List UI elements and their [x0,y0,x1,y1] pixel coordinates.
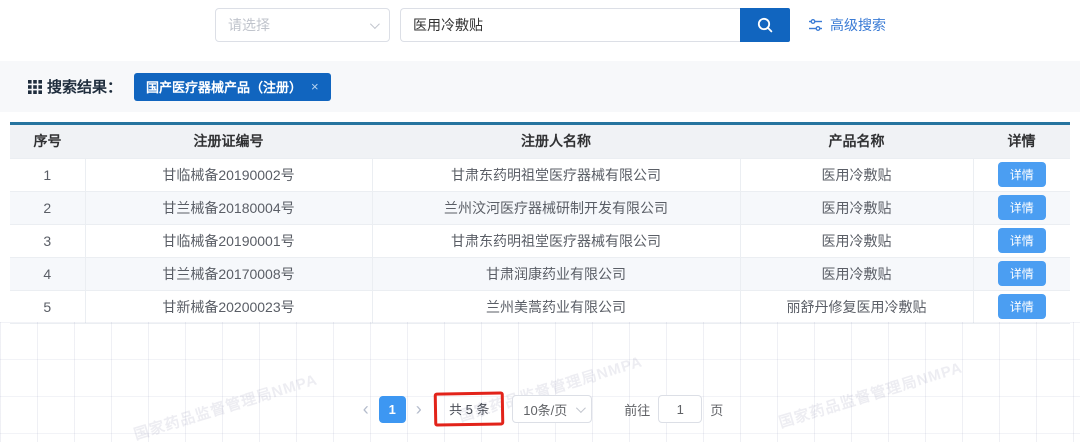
detail-button[interactable]: 详情 [998,162,1046,187]
table-header-row: 序号 注册证编号 注册人名称 产品名称 详情 [10,125,1070,158]
table-body: 1 甘临械备20190002号 甘肃东药明祖堂医疗器械有限公司 医用冷敷贴 详情… [10,158,1070,323]
sliders-icon [808,18,823,32]
search-results-page: 请选择 高级搜索 [0,0,1080,442]
cell-registrant: 兰州美蒿药业有限公司 [372,290,740,323]
cell-registrant: 甘肃东药明祖堂医疗器械有限公司 [372,158,740,191]
cell-index: 4 [10,257,85,290]
search-icon [756,16,774,34]
cell-reg-no: 甘兰械备20170008号 [85,257,372,290]
cell-registrant: 兰州汶河医疗器械研制开发有限公司 [372,191,740,224]
cell-index: 3 [10,224,85,257]
table-row: 2 甘兰械备20180004号 兰州汶河医疗器械研制开发有限公司 医用冷敷贴 详… [10,191,1070,224]
table-row: 4 甘兰械备20170008号 甘肃润康药业有限公司 医用冷敷贴 详情 [10,257,1070,290]
cell-index: 1 [10,158,85,191]
table-row: 3 甘临械备20190001号 甘肃东药明祖堂医疗器械有限公司 医用冷敷贴 详情 [10,224,1070,257]
col-header-reg-no: 注册证编号 [85,125,372,158]
category-select-placeholder: 请选择 [228,15,270,35]
cell-detail: 详情 [973,158,1070,191]
goto-page-input[interactable] [658,395,702,423]
chevron-down-icon [370,19,380,29]
total-count-label: 共 5 条 [449,402,490,418]
results-header: 搜索结果： 国产医疗器械产品（注册） × [0,61,1080,112]
search-button[interactable] [740,8,790,42]
detail-button[interactable]: 详情 [998,195,1046,220]
col-header-index: 序号 [10,125,85,158]
cell-reg-no: 甘兰械备20180004号 [85,191,372,224]
cell-reg-no: 甘临械备20190001号 [85,224,372,257]
advanced-search-label: 高级搜索 [830,15,886,35]
cell-detail: 详情 [973,191,1070,224]
results-title: 搜索结果： [28,76,122,97]
results-table: 序号 注册证编号 注册人名称 产品名称 详情 1 甘临械备20190002号 甘… [10,122,1070,324]
cell-index: 2 [10,191,85,224]
cell-detail: 详情 [973,257,1070,290]
page-unit-label: 页 [710,400,723,419]
close-icon[interactable]: × [311,79,319,94]
cell-registrant: 甘肃东药明祖堂医疗器械有限公司 [372,224,740,257]
col-header-detail: 详情 [973,125,1070,158]
grid-icon [28,80,42,94]
search-bar: 请选择 高级搜索 [215,8,886,42]
cell-product: 医用冷敷贴 [740,191,973,224]
cell-product: 医用冷敷贴 [740,224,973,257]
cell-product: 丽舒丹修复医用冷敷贴 [740,290,973,323]
page-size-select[interactable]: 10条/页 [512,395,592,423]
page-size-value: 10条/页 [523,400,567,419]
cell-detail: 详情 [973,290,1070,323]
search-input[interactable] [400,8,740,42]
prev-page-button[interactable]: ‹ [357,400,375,418]
results-label-text: 搜索结果： [47,76,122,97]
filter-tag[interactable]: 国产医疗器械产品（注册） × [134,73,331,101]
col-header-product: 产品名称 [740,125,973,158]
pagination: ‹ 1 › 共 5 条 10条/页 前往 页 [0,392,1080,426]
cell-product: 医用冷敷贴 [740,158,973,191]
next-page-button[interactable]: › [410,400,428,418]
detail-button[interactable]: 详情 [998,261,1046,286]
cell-registrant: 甘肃润康药业有限公司 [372,257,740,290]
goto-label: 前往 [624,400,650,419]
cell-product: 医用冷敷贴 [740,257,973,290]
chevron-down-icon [576,403,586,413]
detail-button[interactable]: 详情 [998,294,1046,319]
table-row: 5 甘新械备20200023号 兰州美蒿药业有限公司 丽舒丹修复医用冷敷贴 详情 [10,290,1070,323]
cell-reg-no: 甘新械备20200023号 [85,290,372,323]
filter-tag-label: 国产医疗器械产品（注册） [146,77,302,96]
table-row: 1 甘临械备20190002号 甘肃东药明祖堂医疗器械有限公司 医用冷敷贴 详情 [10,158,1070,191]
cell-reg-no: 甘临械备20190002号 [85,158,372,191]
total-count-annotation: 共 5 条 [433,391,504,426]
col-header-registrant: 注册人名称 [372,125,740,158]
cell-detail: 详情 [973,224,1070,257]
category-select[interactable]: 请选择 [215,8,390,42]
advanced-search-link[interactable]: 高级搜索 [808,8,886,42]
cell-index: 5 [10,290,85,323]
page-1-button[interactable]: 1 [379,396,406,423]
detail-button[interactable]: 详情 [998,228,1046,253]
